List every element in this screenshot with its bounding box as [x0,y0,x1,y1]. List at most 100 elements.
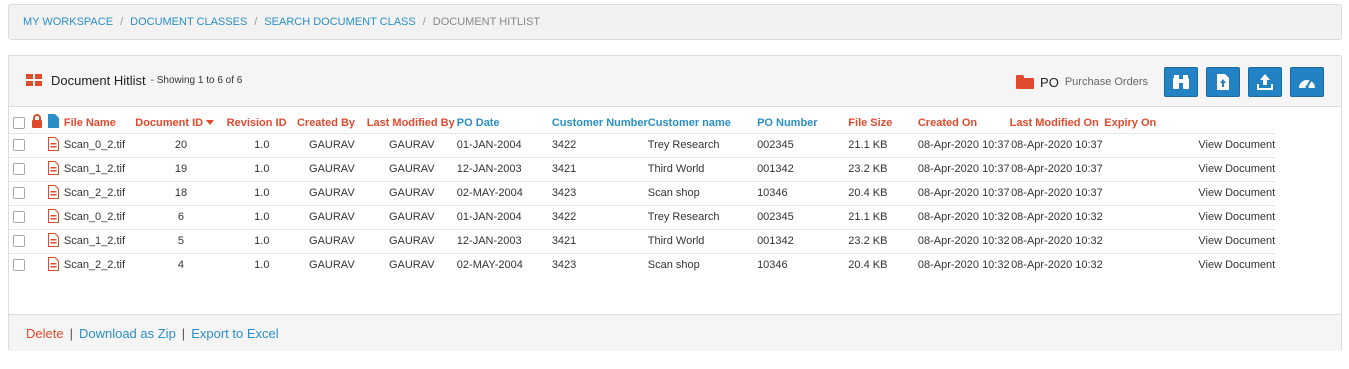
view-document-link[interactable]: View Document [1198,156,1276,181]
row-file-type-cell [48,252,64,277]
row-created-by[interactable]: GAURAV [296,132,367,157]
breadcrumb-search-document-class[interactable]: SEARCH DOCUMENT CLASS [264,16,415,28]
row-last-modified-by[interactable]: GAURAV [366,228,457,253]
row-file-name[interactable]: Scan_1_2.tif [63,156,136,181]
row-file-size: 23.2 KB [848,156,918,181]
file-image-icon [48,136,60,151]
row-checkbox[interactable] [13,211,25,224]
folder-open-icon [1016,75,1035,89]
row-file-name[interactable]: Scan_1_2.tif [63,228,136,253]
row-document-id: 5 [135,228,227,253]
column-file-name[interactable]: File Name [64,113,135,133]
row-created-by[interactable]: GAURAV [296,204,367,229]
column-action-header [1198,113,1275,133]
row-lock-cell [30,204,49,229]
row-expiry-on [1104,180,1199,205]
column-revision-id[interactable]: Revision ID [227,113,297,133]
row-last-modified-by[interactable]: GAURAV [366,204,457,229]
column-expiry-on[interactable]: Expiry On [1104,113,1198,133]
row-file-size: 20.4 KB [848,180,918,205]
export-excel-link[interactable]: Export to Excel [191,326,278,341]
row-last-modified-on: 08-Apr-2020 10:37 [1009,156,1105,181]
breadcrumb-my-workspace[interactable]: MY WORKSPACE [23,16,113,28]
hitlist-title-group: Document Hitlist - Showing 1 to 6 of 6 [26,73,242,88]
column-po-number[interactable]: PO Number [757,113,848,133]
column-customer-name[interactable]: Customer name [648,113,757,133]
row-file-name[interactable]: Scan_2_2.tif [63,252,136,277]
column-last-modified-on[interactable]: Last Modified On [1010,113,1105,133]
row-po-number: 002345 [757,132,849,157]
view-document-link[interactable]: View Document [1198,252,1276,277]
row-created-on: 08-Apr-2020 10:37 [917,180,1010,205]
row-last-modified-on: 08-Apr-2020 10:32 [1009,252,1105,277]
row-po-number: 001342 [757,228,849,253]
row-created-by[interactable]: GAURAV [296,228,367,253]
row-customer-name: Scan shop [647,252,758,277]
row-po-number: 002345 [757,204,849,229]
row-last-modified-by[interactable]: GAURAV [366,180,457,205]
row-customer-name: Scan shop [647,180,758,205]
column-created-by[interactable]: Created By [297,113,367,133]
row-file-type-cell [48,180,64,205]
doc-class-toolbar: PO Purchase Orders [1016,67,1324,97]
row-file-name[interactable]: Scan_0_2.tif [63,204,136,229]
row-lock-cell [30,180,49,205]
row-customer-name: Trey Research [647,132,758,157]
row-document-id: 18 [135,180,227,205]
row-file-type-cell [48,156,64,181]
column-created-on[interactable]: Created On [918,113,1010,133]
row-po-date: 12-JAN-2003 [456,228,552,253]
row-checkbox[interactable] [13,139,25,152]
file-image-icon [48,208,60,223]
column-last-modified-by[interactable]: Last Modified By [367,113,457,133]
row-expiry-on [1104,228,1199,253]
row-checkbox[interactable] [13,235,25,248]
delete-link[interactable]: Delete [26,326,64,341]
panel-header: Document Hitlist - Showing 1 to 6 of 6 P… [9,56,1341,107]
row-checkbox[interactable] [13,163,25,176]
table-body: Scan_0_2.tif 20 1.0 GAURAV GAURAV 01-JAN-2004… [9,132,1341,277]
row-checkbox[interactable] [13,259,25,272]
view-document-link[interactable]: View Document [1198,204,1276,229]
download-zip-link[interactable]: Download as Zip [79,326,176,341]
footer-separator: | [181,325,186,341]
row-lock-cell [30,228,49,253]
row-last-modified-by[interactable]: GAURAV [366,252,457,277]
panel-footer: Delete | Download as Zip | Export to Exc… [9,314,1341,351]
breadcrumb-separator: / [422,16,426,28]
upload-file-button[interactable] [1206,67,1240,97]
row-file-type-cell [48,228,64,253]
upload-button[interactable] [1248,67,1282,97]
select-all-checkbox[interactable] [13,116,25,129]
table-grid-icon [26,74,43,87]
row-file-name[interactable]: Scan_2_2.tif [63,180,136,205]
search-button[interactable] [1164,67,1198,97]
file-image-icon [48,232,60,247]
column-customer-number[interactable]: Customer Number [552,113,648,133]
row-created-by[interactable]: GAURAV [296,156,367,181]
breadcrumb-document-classes[interactable]: DOCUMENT CLASSES [130,16,247,28]
row-select-cell [9,204,31,229]
row-revision-id: 1.0 [226,132,297,157]
row-document-id: 20 [135,132,227,157]
row-document-id: 6 [135,204,227,229]
view-document-link[interactable]: View Document [1198,180,1276,205]
column-document-id[interactable]: Document ID [135,113,226,133]
row-file-size: 21.1 KB [848,132,918,157]
row-created-by[interactable]: GAURAV [296,252,367,277]
row-po-number: 10346 [757,252,849,277]
row-file-name[interactable]: Scan_0_2.tif [63,132,136,157]
row-customer-name: Trey Research [647,204,758,229]
row-created-by[interactable]: GAURAV [296,180,367,205]
hitlist-title: Document Hitlist [51,73,146,88]
view-document-link[interactable]: View Document [1198,132,1276,157]
column-file-size[interactable]: File Size [848,113,918,133]
row-last-modified-by[interactable]: GAURAV [366,132,457,157]
view-document-link[interactable]: View Document [1198,228,1276,253]
doc-class-name: Purchase Orders [1064,76,1148,88]
dashboard-button[interactable] [1290,67,1324,97]
column-po-date[interactable]: PO Date [457,113,552,133]
row-po-date: 01-JAN-2004 [456,204,552,229]
row-last-modified-by[interactable]: GAURAV [366,156,457,181]
row-checkbox[interactable] [13,187,25,200]
